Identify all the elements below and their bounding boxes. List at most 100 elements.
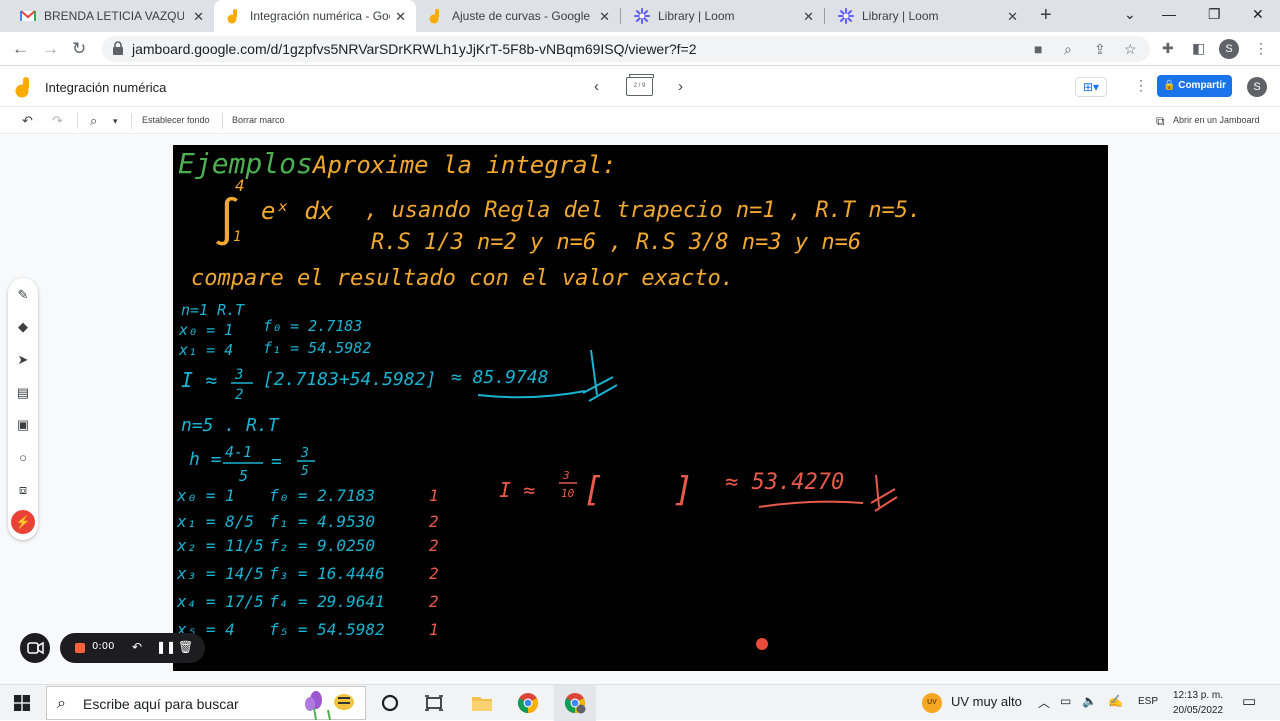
input-language[interactable]: ESP bbox=[1138, 696, 1158, 707]
share-icon[interactable]: ⇪ bbox=[1094, 41, 1106, 58]
case2-formula-lhs: I ≈ bbox=[499, 478, 535, 502]
previous-frame-icon[interactable]: ‹ bbox=[594, 78, 599, 95]
uv-weather-icon[interactable]: UV bbox=[922, 693, 942, 713]
profile-avatar[interactable]: S bbox=[1219, 39, 1239, 59]
tab-gmail[interactable]: BRENDA LETICIA VAZQUEZ C ✕ bbox=[8, 0, 214, 32]
next-frame-icon[interactable]: › bbox=[678, 78, 683, 95]
tab-search-icon[interactable]: ⌄ bbox=[1124, 6, 1136, 23]
jamboard-logo-icon[interactable] bbox=[14, 76, 32, 98]
set-background-button[interactable]: Establecer fondo bbox=[142, 115, 210, 125]
stop-recording-icon[interactable] bbox=[75, 643, 85, 653]
tab-ajuste-de-curvas[interactable]: Ajuste de curvas - Google Jar ✕ bbox=[416, 0, 620, 32]
volume-icon[interactable]: 🔈 bbox=[1082, 694, 1097, 708]
extensions-icon[interactable]: ✚ bbox=[1162, 40, 1174, 57]
open-in-jamboard-button[interactable]: Abrir en un Jamboard bbox=[1173, 115, 1260, 125]
select-cursor-icon[interactable]: ➤ bbox=[15, 352, 31, 368]
tab-integracion-numerica[interactable]: Integración numérica - Goog ✕ bbox=[214, 0, 416, 32]
task-view-icon[interactable] bbox=[422, 691, 446, 715]
jamboard-profile-avatar[interactable]: S bbox=[1247, 77, 1267, 97]
case2-row-f: f₂ = 9.0250 bbox=[269, 536, 375, 555]
loom-icon bbox=[838, 8, 854, 24]
undo-icon[interactable]: ↶ bbox=[22, 113, 33, 129]
case2-row-weight: 1 bbox=[429, 620, 439, 639]
tab-title: Integración numérica - Goog bbox=[250, 9, 390, 23]
cortana-icon[interactable] bbox=[378, 691, 402, 715]
chrome-icon[interactable] bbox=[516, 691, 540, 715]
case2-bracket-open: [ bbox=[583, 470, 603, 510]
chrome-profile-taskbar-app[interactable] bbox=[554, 685, 596, 721]
frame-indicator[interactable]: 2 / 9 bbox=[626, 77, 653, 96]
case1-frac-den: 2 bbox=[235, 387, 243, 403]
restart-icon[interactable]: ↶ bbox=[132, 640, 142, 654]
restore-icon[interactable]: ❐ bbox=[1208, 6, 1221, 23]
case2-row-f: f₁ = 4.9530 bbox=[269, 512, 375, 531]
zoom-dropdown-icon[interactable]: ▾ bbox=[113, 116, 118, 127]
close-icon[interactable]: ✕ bbox=[1007, 9, 1018, 25]
zoom-icon[interactable]: ⌕ bbox=[90, 113, 97, 129]
trash-icon[interactable]: 🗑 bbox=[178, 640, 193, 654]
browser-tab-strip: BRENDA LETICIA VAZQUEZ C ✕ Integración n… bbox=[0, 0, 1280, 32]
case1-f1: f₁ = 54.5982 bbox=[263, 339, 371, 357]
case1-f0: f₀ = 2.7183 bbox=[263, 317, 362, 335]
heading-aproxime: Aproxime la integral: bbox=[311, 151, 616, 179]
instruction-line-3: compare el resultado con el valor exacto… bbox=[191, 266, 734, 291]
recording-timer: 0:00 bbox=[92, 641, 115, 652]
redo-icon[interactable]: ↷ bbox=[52, 113, 63, 129]
case2-row-weight: 2 bbox=[429, 564, 439, 583]
zoom-icon[interactable]: ⌕ bbox=[1064, 41, 1072, 58]
minimize-icon[interactable]: — bbox=[1162, 6, 1176, 22]
browser-menu-icon[interactable]: ⋮ bbox=[1254, 40, 1268, 57]
tab-separator bbox=[620, 8, 621, 24]
jamboard-icon bbox=[429, 9, 439, 24]
case2-row-weight: 2 bbox=[429, 512, 439, 531]
address-bar[interactable]: jamboard.google.com/d/1gzpfvs5NRVarSDrKR… bbox=[102, 36, 1150, 62]
file-explorer-icon[interactable] bbox=[470, 691, 494, 715]
system-clock[interactable]: 12:13 p. m. 20/05/2022 bbox=[1166, 688, 1230, 718]
loom-camera-button[interactable] bbox=[20, 633, 50, 663]
more-options-icon[interactable]: ⋮ bbox=[1134, 77, 1148, 94]
side-panel-icon[interactable]: ◧ bbox=[1192, 40, 1205, 57]
sticky-note-icon[interactable]: ▤ bbox=[15, 385, 31, 401]
instruction-line-2: R.S 1/3 n=2 y n=6 , R.S 3/8 n=3 y n=6 bbox=[371, 230, 861, 255]
new-tab-button[interactable]: + bbox=[1040, 4, 1052, 27]
open-external-icon[interactable]: ⧉ bbox=[1156, 114, 1165, 129]
loom-recording-controls: 0:00 ↶ ❚❚ 🗑 bbox=[60, 633, 205, 663]
image-icon[interactable]: ▣ bbox=[15, 417, 31, 433]
pen-workspace-icon[interactable]: ✍ bbox=[1108, 694, 1123, 708]
lock-icon bbox=[113, 41, 123, 55]
pen-icon[interactable]: ✎ bbox=[15, 287, 31, 303]
eraser-icon[interactable]: ◆ bbox=[15, 319, 31, 335]
window-close-icon[interactable]: ✕ bbox=[1252, 6, 1264, 23]
close-icon[interactable]: ✕ bbox=[193, 9, 204, 25]
bookmark-star-icon[interactable]: ☆ bbox=[1124, 41, 1137, 58]
case1-underline bbox=[477, 390, 586, 399]
camera-icon[interactable]: ■ bbox=[1034, 41, 1042, 57]
close-icon[interactable]: ✕ bbox=[395, 9, 406, 25]
windows-start-icon[interactable] bbox=[14, 695, 30, 711]
clear-frame-button[interactable]: Borrar marco bbox=[232, 115, 285, 125]
shape-circle-icon[interactable]: ○ bbox=[15, 450, 31, 466]
forward-icon[interactable]: → bbox=[42, 39, 59, 59]
add-frame-button[interactable]: ⊞▾ bbox=[1075, 77, 1107, 97]
close-icon[interactable]: ✕ bbox=[803, 9, 814, 25]
handwriting-layer: Ejemplos Aproxime la integral: ∫ 4 1 eˣ … bbox=[176, 147, 921, 639]
notifications-icon[interactable]: ▭ bbox=[1242, 692, 1256, 710]
case2-bracket-close: ] bbox=[673, 470, 693, 510]
back-icon[interactable]: ← bbox=[12, 39, 29, 59]
laser-pointer-icon[interactable]: ⚡ bbox=[11, 510, 35, 534]
board-title[interactable]: Integración numérica bbox=[45, 80, 166, 95]
weather-text[interactable]: UV muy alto bbox=[951, 694, 1022, 709]
tab-loom-library-2[interactable]: Library | Loom ✕ bbox=[826, 0, 1028, 32]
battery-icon[interactable]: ▭ bbox=[1060, 694, 1071, 708]
jamboard-frame[interactable]: Ejemplos Aproxime la integral: ∫ 4 1 eˣ … bbox=[173, 145, 1108, 671]
close-icon[interactable]: ✕ bbox=[599, 9, 610, 25]
pause-icon[interactable]: ❚❚ bbox=[156, 640, 176, 654]
case1-x1: x₁ = 4 bbox=[178, 341, 233, 359]
show-hidden-icons[interactable]: ︿ bbox=[1038, 694, 1050, 711]
share-button[interactable]: 🔒 Compartir bbox=[1157, 75, 1232, 97]
jamboard-header: Integración numérica ‹ 2 / 9 › ⊞▾ ⋮ 🔒 Co… bbox=[0, 67, 1280, 107]
tab-loom-library[interactable]: Library | Loom ✕ bbox=[622, 0, 824, 32]
reload-icon[interactable]: ↻ bbox=[72, 39, 86, 59]
text-box-icon[interactable]: ⧈ bbox=[15, 482, 31, 498]
case2-h-lhs: h = bbox=[189, 449, 222, 470]
